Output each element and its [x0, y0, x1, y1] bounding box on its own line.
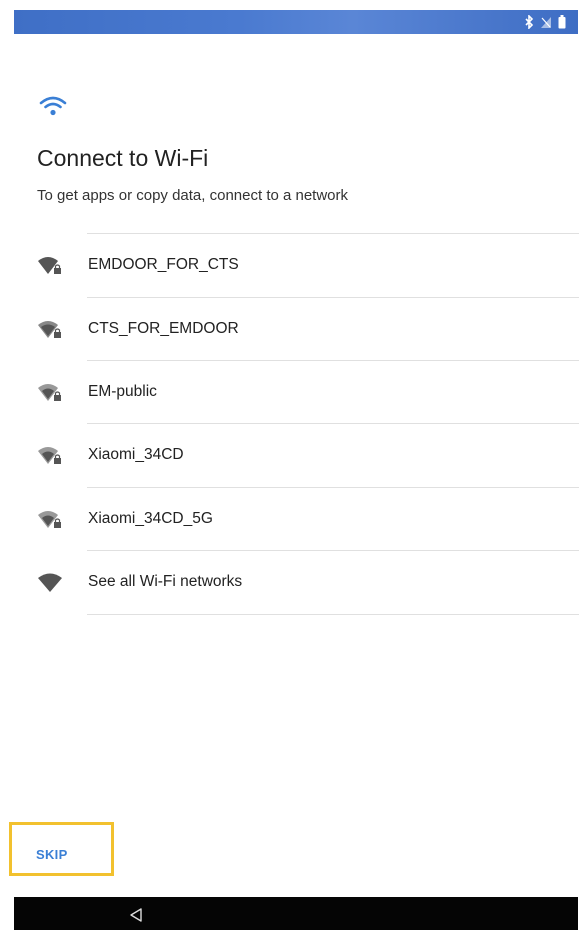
- network-label: CTS_FOR_EMDOOR: [88, 320, 239, 337]
- network-item-xiaomi-34cd[interactable]: Xiaomi_34CD: [0, 424, 579, 487]
- wifi-lock-icon: [37, 445, 65, 467]
- wifi-lock-icon: [37, 382, 65, 404]
- navigation-bar: [14, 897, 578, 930]
- skip-button[interactable]: SKIP: [36, 847, 68, 862]
- network-label: See all Wi-Fi networks: [88, 573, 243, 590]
- wifi-lock-icon: [37, 255, 65, 277]
- divider: [87, 614, 579, 615]
- network-item-em-public[interactable]: EM-public: [0, 361, 579, 424]
- page-title: Connect to Wi-Fi: [37, 145, 209, 171]
- wifi-icon: [37, 572, 65, 594]
- status-icons: [525, 14, 566, 30]
- wifi-lock-icon: [37, 319, 65, 341]
- wifi-icon: [38, 94, 68, 118]
- network-label: EM-public: [88, 383, 157, 400]
- network-item-xiaomi-34cd-5g[interactable]: Xiaomi_34CD_5G: [0, 488, 579, 551]
- network-label: Xiaomi_34CD: [88, 446, 184, 463]
- see-all-networks-item[interactable]: See all Wi-Fi networks: [0, 551, 579, 614]
- signal-icon: [540, 15, 552, 29]
- network-item-emdoor-for-cts[interactable]: EMDOOR_FOR_CTS: [0, 234, 579, 297]
- status-bar: [14, 10, 578, 34]
- bluetooth-icon: [525, 15, 534, 29]
- network-label: EMDOOR_FOR_CTS: [88, 256, 239, 273]
- battery-icon: [558, 15, 566, 29]
- network-label: Xiaomi_34CD_5G: [88, 510, 213, 527]
- wifi-lock-icon: [37, 509, 65, 531]
- page-subtitle: To get apps or copy data, connect to a n…: [37, 187, 349, 204]
- back-icon[interactable]: [128, 907, 144, 923]
- network-item-cts-for-emdoor[interactable]: CTS_FOR_EMDOOR: [0, 298, 579, 361]
